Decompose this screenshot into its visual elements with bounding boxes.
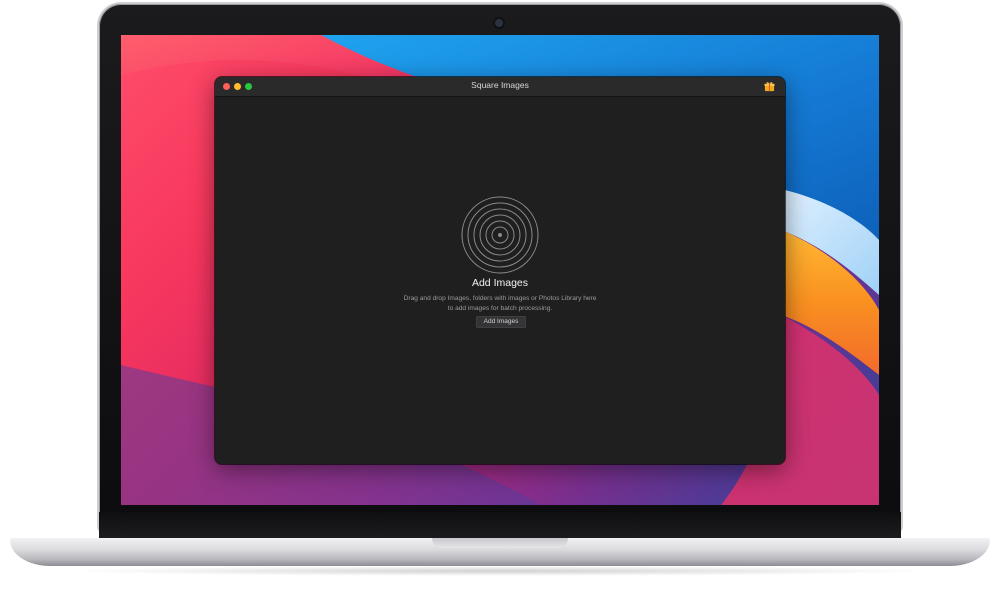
gift-icon[interactable]: [764, 81, 775, 92]
description-line-1: Drag and drop Images, folders with image…: [403, 295, 597, 302]
laptop-shadow: [60, 566, 940, 576]
laptop-lid-notch: [432, 538, 568, 548]
concentric-rings-icon: [461, 196, 539, 274]
drop-zone-description: Drag and drop Images, folders with image…: [365, 294, 635, 313]
window-title: Square Images: [471, 80, 529, 90]
title-bar: Square Images: [215, 77, 785, 97]
add-images-button[interactable]: Add Images: [476, 316, 526, 328]
drop-zone[interactable]: Add Images Drag and drop Images, folders…: [215, 97, 785, 464]
drop-zone-heading: Add Images: [471, 277, 529, 289]
app-window: Square Images Add Images Drag and drop I…: [215, 77, 785, 464]
webcam: [495, 19, 503, 27]
description-line-2: to add images for batch processing.: [447, 304, 553, 312]
laptop-bezel-bottom: [99, 512, 901, 538]
